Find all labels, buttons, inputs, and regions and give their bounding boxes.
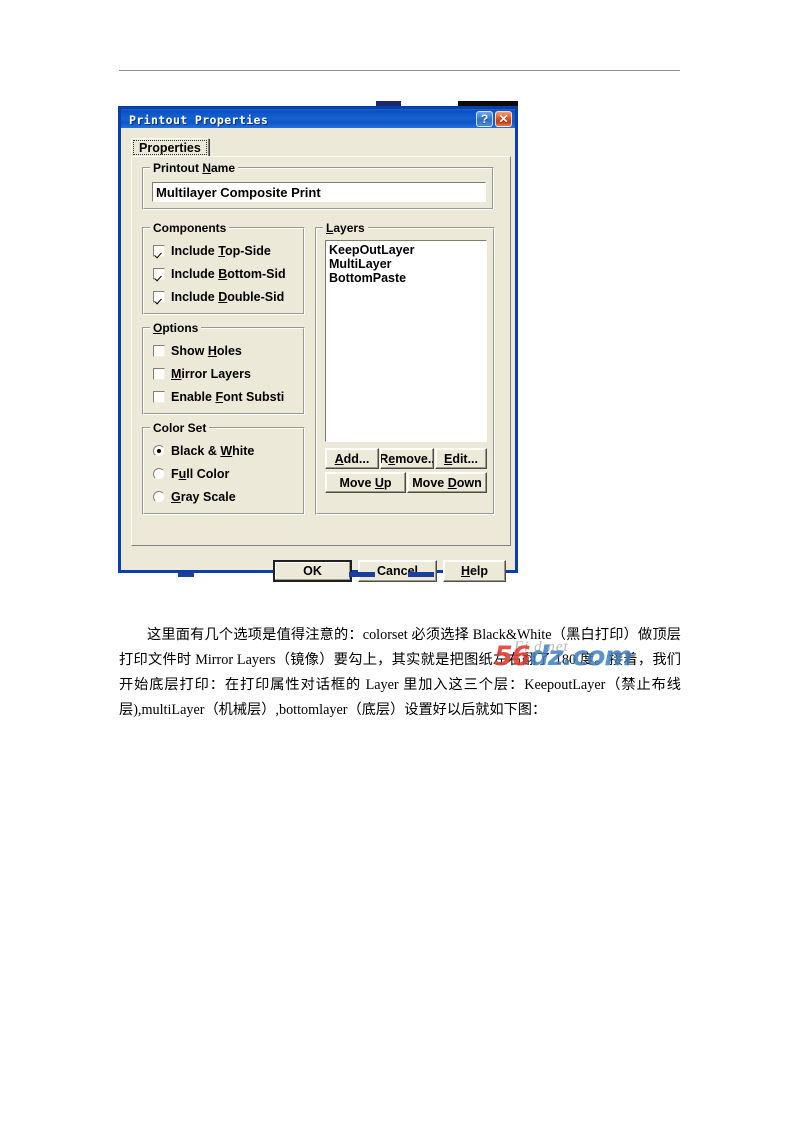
edit-button-label: Edit... [443,451,479,466]
add-button-label: Add... [334,451,370,466]
move-down-button[interactable]: Move Down [407,472,487,493]
printout-name-group: Printout Name Multilayer Composite Print [142,161,494,210]
close-icon[interactable]: ✕ [495,111,512,127]
checkbox-label: Mirror Layers [171,367,251,381]
list-item[interactable]: BottomPaste [329,271,486,285]
layers-group: Layers KeepOutLayer MultiLayer BottomPas… [315,221,495,515]
capture-artifact-blue-1 [178,572,194,577]
checkbox-include-bottom-side[interactable]: Include Bottom-Sid [153,267,286,281]
move-down-button-label: Move Down [412,475,482,490]
radio-icon[interactable] [153,491,165,503]
radio-gray-scale[interactable]: Gray Scale [153,490,236,504]
radio-icon[interactable] [153,468,165,480]
radio-label: Full Color [171,467,230,481]
printout-name-input[interactable]: Multilayer Composite Print [152,182,486,202]
printout-name-value: Multilayer Composite Print [156,184,321,200]
dialog-client-area: Properties Printout Name Multilayer Comp… [121,128,515,582]
components-group-title: Components [150,221,230,235]
edit-button[interactable]: Edit... [435,448,487,469]
move-up-button[interactable]: Move Up [325,472,406,493]
checkbox-label: Enable Font Substi [171,390,285,404]
capture-artifact-blue-3 [408,572,434,577]
checkbox-label: Include Double-Sid [171,290,285,304]
capture-artifact-blue-2 [349,572,375,577]
add-button[interactable]: Add... [325,448,379,469]
checkbox-label: Include Top-Side [171,244,271,258]
checkbox-label: Show Holes [171,344,242,358]
checkbox-icon[interactable] [153,291,165,303]
checkbox-icon[interactable] [153,391,165,403]
cancel-button[interactable]: Cancel [358,560,437,582]
layers-listbox[interactable]: KeepOutLayer MultiLayer BottomPaste [325,240,487,442]
tab-focus-ring [133,140,207,155]
layers-group-title: Layers [323,221,368,235]
checkbox-enable-font-substitution[interactable]: Enable Font Substi [153,390,284,404]
ok-button[interactable]: OK [273,560,352,582]
document-page: Printout Properties ? ✕ Properties Print… [0,0,800,1132]
radio-full-color[interactable]: Full Color [153,467,229,481]
checkbox-include-top-side[interactable]: Include Top-Side [153,244,271,258]
printout-name-group-title: Printout Name [150,161,239,175]
radio-icon[interactable] [153,445,165,457]
layers-group-title-post: ayers [333,221,365,235]
components-group: Components Include Top-Side Include Bott… [142,221,305,315]
help-icon[interactable]: ? [476,111,493,127]
checkbox-icon[interactable] [153,345,165,357]
radio-label: Black & White [171,444,255,458]
list-item[interactable]: KeepOutLayer [329,243,486,257]
checkbox-icon[interactable] [153,268,165,280]
remove-button-label: Remove.. [380,451,434,466]
checkbox-label: Include Bottom-Sid [171,267,286,281]
color-set-group: Color Set Black & White Full Color Gray … [142,421,305,515]
remove-button[interactable]: Remove.. [380,448,434,469]
move-up-button-label: Move Up [339,475,392,490]
checkbox-include-double-side[interactable]: Include Double-Sid [153,290,284,304]
help-button[interactable]: Help [443,560,506,582]
options-group: Options Show Holes Mirror Layers Enable … [142,321,305,415]
checkbox-icon[interactable] [153,245,165,257]
tab-properties[interactable]: Properties [131,138,209,157]
properties-tab-panel: Printout Name Multilayer Composite Print… [131,156,511,546]
titlebar-button-group: ? ✕ [476,111,512,127]
list-item[interactable]: MultiLayer [329,257,486,271]
ok-button-label: OK [303,564,322,578]
printout-name-accel: N [202,161,211,175]
page-header-rule [119,70,680,71]
color-set-group-title: Color Set [150,421,210,435]
options-group-title-post: ptions [162,321,199,335]
printout-properties-dialog: Printout Properties ? ✕ Properties Print… [118,106,518,582]
radio-label: Gray Scale [171,490,236,504]
help-button-label: Help [460,564,489,578]
printout-name-group-title-pre: Printout [153,161,203,175]
dialog-screenshot: Printout Properties ? ✕ Properties Print… [118,101,633,672]
body-paragraph: 这里面有几个选项是值得注意的：colorset 必须选择 Black&White… [119,627,681,718]
printout-name-group-title-post: ame [211,161,236,175]
tab-strip: Properties [131,138,506,157]
checkbox-mirror-layers[interactable]: Mirror Layers [153,367,251,381]
checkbox-icon[interactable] [153,368,165,380]
options-group-title: Options [150,321,202,335]
radio-black-and-white[interactable]: Black & White [153,444,254,458]
checkbox-show-holes[interactable]: Show Holes [153,344,242,358]
dialog-title: Printout Properties [129,113,269,127]
